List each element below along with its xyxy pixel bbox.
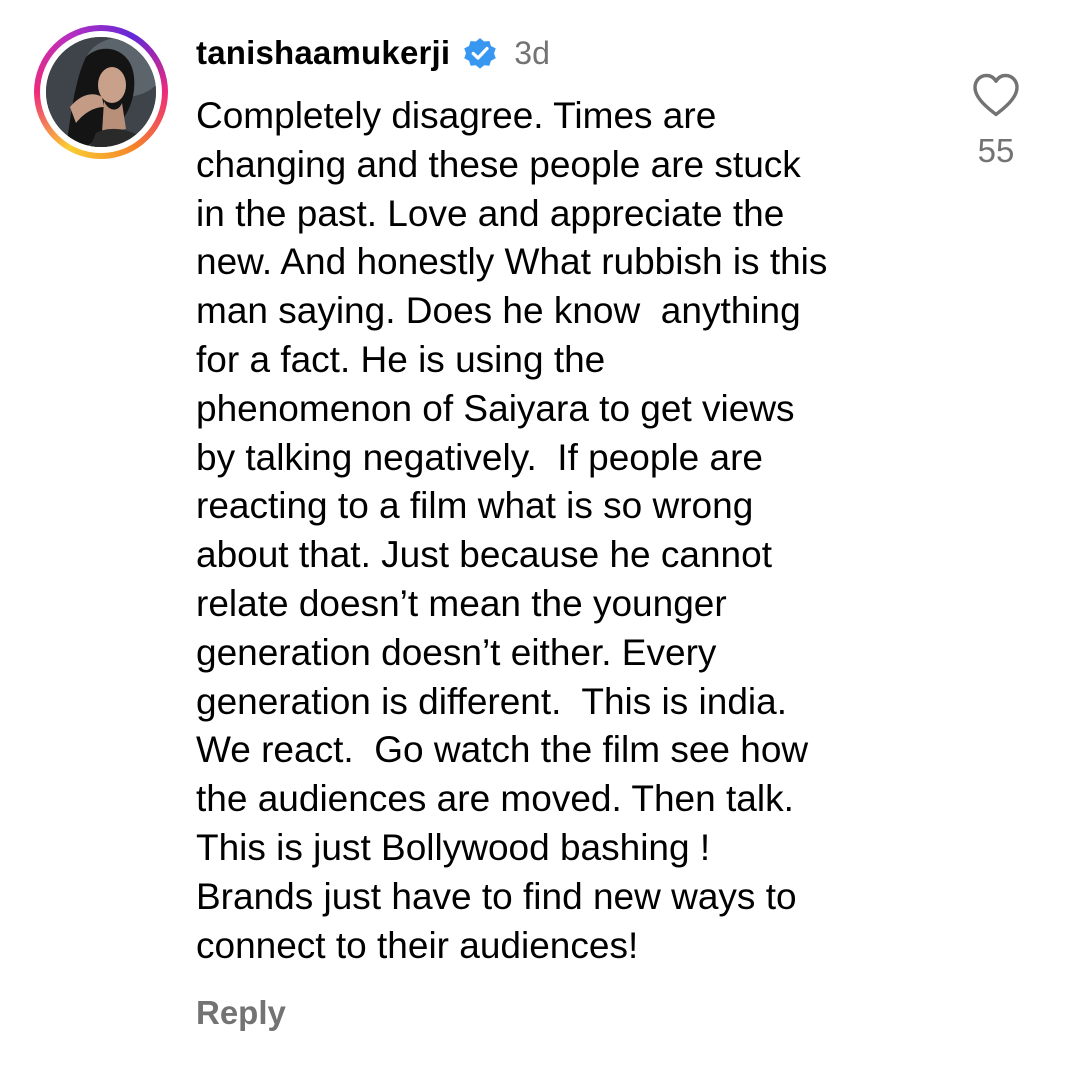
heart-outline-icon[interactable] xyxy=(971,72,1021,118)
comment-text: Completely disagree. Times are changing … xyxy=(196,92,936,970)
username-link[interactable]: tanishaamukerji xyxy=(196,34,450,72)
avatar-story-ring[interactable] xyxy=(34,25,168,159)
comment-text-line: We react. Go watch the film see how xyxy=(196,729,809,771)
comment-text-line: phenomenon of Saiyara to get views xyxy=(196,387,795,429)
like-area: 55 xyxy=(960,72,1032,170)
comment-text-line: man saying. Does he know anything xyxy=(196,290,801,332)
comment-text-line: the audiences are moved. Then talk. xyxy=(196,778,794,820)
comment-text-line: changing and these people are stuck xyxy=(196,143,801,185)
comment-text-line: reacting to a film what is so wrong xyxy=(196,485,754,527)
like-count: 55 xyxy=(977,132,1015,169)
comment-text-line: connect to their audiences! xyxy=(196,924,639,966)
comment-text-line: generation is different. This is india. xyxy=(196,680,787,722)
comment-text-line: about that. Just because he cannot xyxy=(196,534,772,576)
comment-timestamp: 3d xyxy=(514,34,550,71)
comment-text-line: Brands just have to find new ways to xyxy=(196,875,797,917)
comment-text-line: new. And honestly What rubbish is this xyxy=(196,241,828,283)
comment-item: tanishaamukerji 3d Completely disagree. … xyxy=(0,0,1080,1065)
comment-text-line: for a fact. He is using the xyxy=(196,338,606,380)
comment-text-line: by talking negatively. If people are xyxy=(196,436,763,478)
avatar-photo xyxy=(46,37,156,147)
comment-text-line: generation doesn’t either. Every xyxy=(196,631,717,673)
avatar[interactable] xyxy=(46,37,156,147)
reply-button[interactable]: Reply xyxy=(196,994,286,1032)
comment-text-line: Completely disagree. Times are xyxy=(196,95,717,136)
comment-header: tanishaamukerji 3d xyxy=(196,28,550,78)
comment-text-line: in the past. Love and appreciate the xyxy=(196,192,785,234)
verified-badge-icon xyxy=(464,38,497,69)
comment-text-line: This is just Bollywood bashing ! xyxy=(196,826,711,868)
comment-text-line: relate doesn’t mean the younger xyxy=(196,582,727,624)
